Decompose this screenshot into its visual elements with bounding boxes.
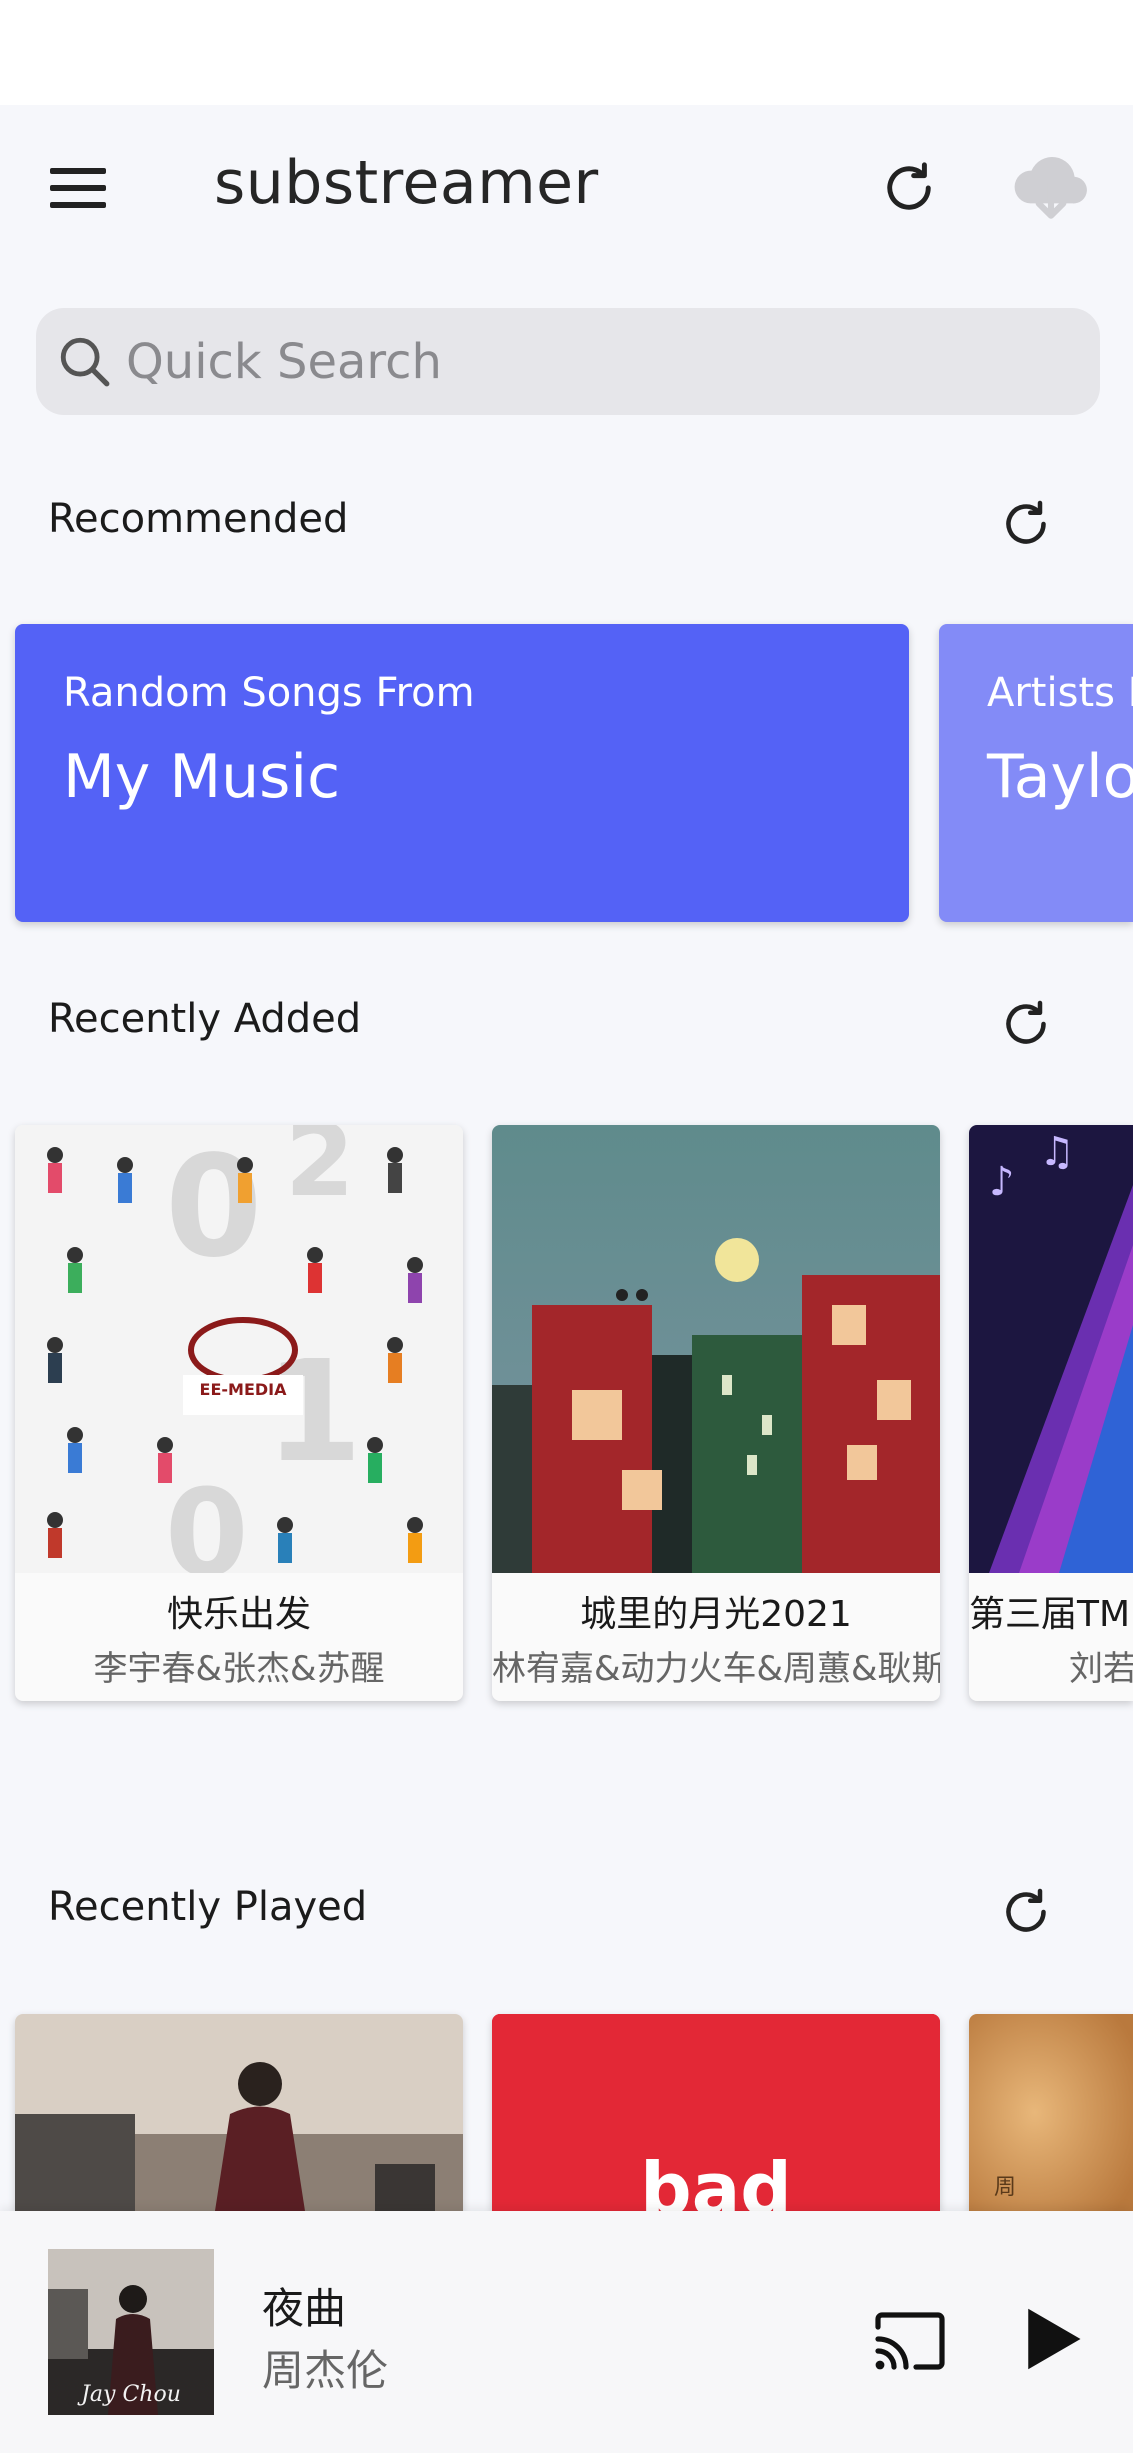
cloud-download-icon[interactable] (1010, 150, 1092, 224)
svg-text:2: 2 (285, 1125, 355, 1219)
card-title: Taylo (987, 742, 1133, 812)
recommendation-card-artists[interactable]: Artists L Taylo (939, 624, 1133, 922)
recommended-title: Recommended (48, 496, 349, 542)
album-name: 城里的月光2021 (580, 1594, 852, 1635)
album-cover: 周 (969, 2014, 1133, 2211)
album-name: 快乐出发 (166, 1594, 311, 1635)
svg-text:EE-MEDIA: EE-MEDIA (200, 1380, 288, 1399)
card-subtitle: Random Songs From (63, 670, 475, 716)
svg-text:Jay Chou: Jay Chou (77, 2382, 181, 2407)
album-artist: 李宇春&张杰&苏醒 (93, 1649, 385, 1689)
recently-played-album[interactable]: 周 (969, 2014, 1133, 2211)
recently-played-title: Recently Played (48, 1884, 368, 1930)
svg-text:0: 0 (165, 1126, 262, 1289)
album-name: 第三届TMI (969, 1594, 1133, 1635)
recommended-refresh-icon[interactable] (996, 494, 1056, 554)
album-cover: ♪ ♫ (969, 1125, 1133, 1573)
album-cover (492, 1125, 940, 1573)
now-playing-title: 夜曲 (262, 2284, 347, 2333)
now-playing-artist: 周杰伦 (262, 2346, 389, 2395)
recommendation-card-random-songs[interactable]: Random Songs From My Music (15, 624, 909, 922)
hamburger-menu-icon[interactable] (50, 158, 116, 218)
album-cover: bad (492, 2014, 940, 2211)
album-cover (15, 2014, 463, 2211)
search-icon (60, 337, 110, 386)
quick-search-input[interactable]: Quick Search (36, 308, 1100, 415)
album-card[interactable]: 0 2 1 0 EE-MEDIA 快乐出发 李宇春&张杰&苏醒 (15, 1125, 463, 1701)
play-icon[interactable] (1020, 2303, 1086, 2375)
recently-played-album[interactable] (15, 2014, 463, 2211)
recently-added-refresh-icon[interactable] (996, 994, 1056, 1054)
album-artist: 林宥嘉&动力火车&周蕙&耿斯 (492, 1649, 940, 1689)
search-placeholder: Quick Search (126, 333, 442, 390)
album-artist: 刘若 (1069, 1649, 1133, 1689)
cast-icon[interactable] (872, 2309, 948, 2373)
recently-played-refresh-icon[interactable] (996, 1882, 1056, 1942)
recently-played-album[interactable]: bad (492, 2014, 940, 2211)
now-playing-bar[interactable]: Jay Chou 夜曲 周杰伦 (0, 2211, 1133, 2453)
album-cover: 0 2 1 0 EE-MEDIA (15, 1125, 463, 1573)
recently-added-title: Recently Added (48, 996, 362, 1042)
album-card[interactable]: 城里的月光2021 林宥嘉&动力火车&周蕙&耿斯 (492, 1125, 940, 1701)
app-title: substreamer (214, 148, 599, 218)
card-subtitle: Artists L (987, 670, 1133, 716)
sync-refresh-icon[interactable] (876, 155, 942, 221)
now-playing-artwork[interactable]: Jay Chou (48, 2249, 214, 2415)
status-bar (0, 0, 1133, 105)
svg-text:♫: ♫ (1039, 1129, 1075, 1175)
album-cover-text: 周 (994, 2175, 1016, 2200)
card-title: My Music (63, 742, 341, 812)
album-cover-text: bad (640, 2147, 792, 2211)
album-card[interactable]: ♪ ♫ 第三届TMI 刘若 (969, 1125, 1133, 1701)
svg-text:♪: ♪ (989, 1159, 1015, 1205)
svg-text:0: 0 (165, 1465, 249, 1573)
